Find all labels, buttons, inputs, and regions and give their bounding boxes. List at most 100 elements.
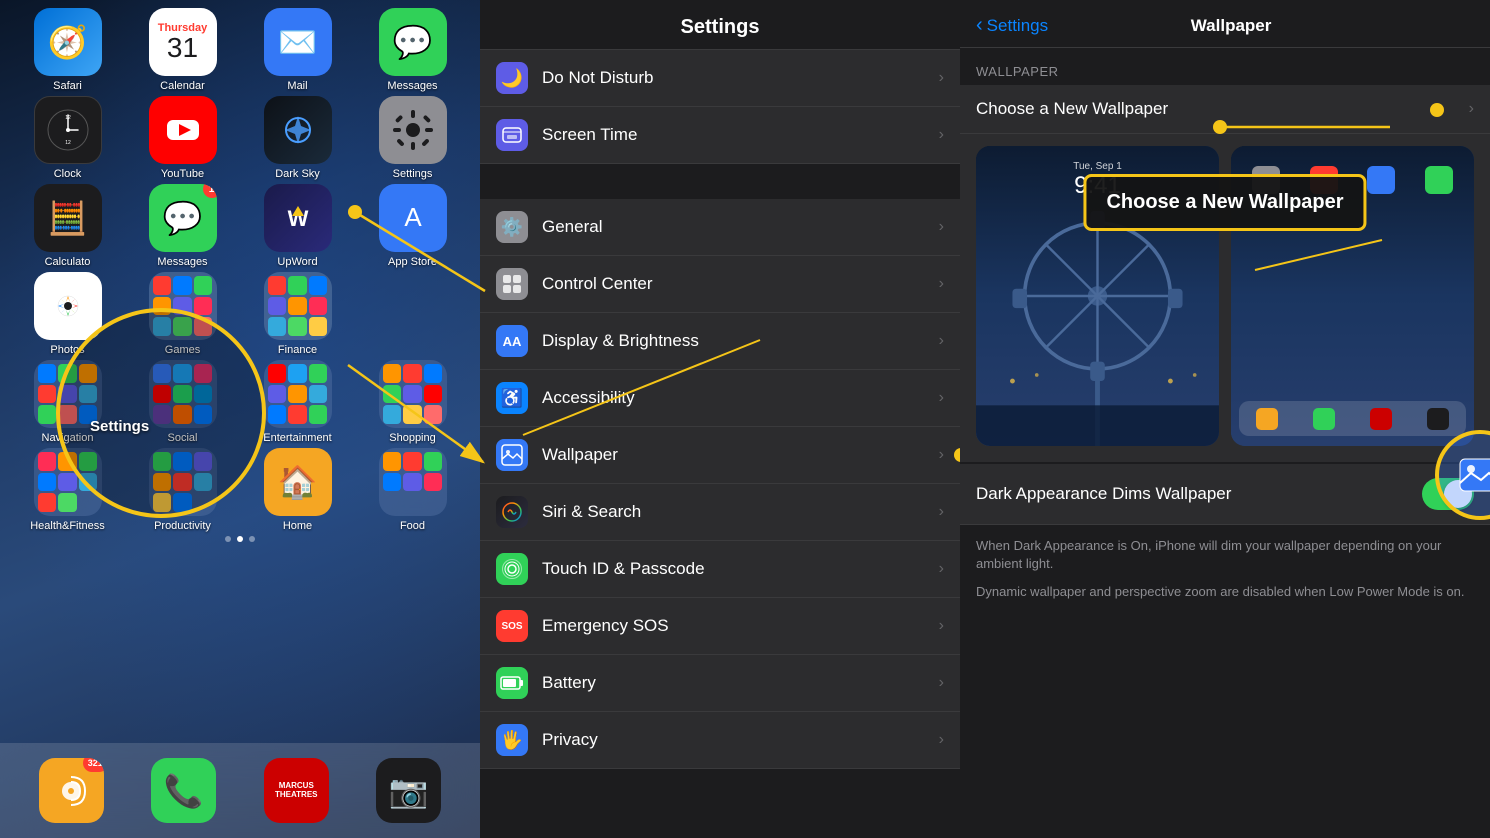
svg-text:A: A [404, 202, 422, 232]
messages-badge: 1 [203, 184, 217, 198]
display-label: Display & Brightness [542, 331, 939, 351]
mail-label: Mail [287, 80, 307, 92]
messages-icon: 💬 [379, 8, 447, 76]
app-photos[interactable]: Photos [18, 272, 118, 356]
app-darksky[interactable]: Dark Sky [248, 96, 348, 180]
wallpaper-dot-indicator [954, 448, 960, 462]
choose-new-dot-indicator [1430, 103, 1444, 117]
app-messages[interactable]: 💬 Messages [363, 8, 463, 92]
settings-item-privacy[interactable]: 🖐 Privacy › [480, 712, 960, 769]
app-productivity-folder[interactable]: Productivity [133, 448, 233, 532]
settings-item-screen-time[interactable]: Screen Time › [480, 107, 960, 164]
dock-marcustheatres[interactable]: MARCUSTHEATRES [256, 758, 336, 823]
nav-back-button[interactable]: ‹ Settings [976, 14, 1048, 37]
settings-item-do-not-disturb[interactable]: 🌙 Do Not Disturb › [480, 50, 960, 107]
navigation-folder-icon [34, 360, 102, 428]
settings-item-general[interactable]: ⚙️ General › [480, 199, 960, 256]
social-folder-icon [149, 360, 217, 428]
app-upword[interactable]: W UpWord [248, 184, 348, 268]
youtube-label: YouTube [161, 168, 204, 180]
sos-chevron: › [939, 617, 944, 635]
app-finance-folder[interactable]: Finance [248, 272, 348, 356]
app-youtube[interactable]: YouTube [133, 96, 233, 180]
privacy-icon: 🖐 [496, 724, 528, 756]
app-navigation-folder[interactable]: Navigation [18, 360, 118, 444]
wallpaper-panel-title: Wallpaper [1048, 16, 1414, 36]
app-settings[interactable]: Settings [363, 96, 463, 180]
shopping-folder-icon [379, 360, 447, 428]
productivity-folder-icon [149, 448, 217, 516]
app-row-2: 12 12 Clock YouTube [10, 96, 470, 180]
app-clock[interactable]: 12 12 Clock [18, 96, 118, 180]
app-entertainment-folder[interactable]: Entertainment [248, 360, 348, 444]
safari-icon: 🧭 [34, 8, 102, 76]
privacy-chevron: › [939, 731, 944, 749]
app-safari[interactable]: 🧭 Safari [18, 8, 118, 92]
description-1: When Dark Appearance is On, iPhone will … [976, 537, 1474, 573]
touch-id-icon [496, 553, 528, 585]
phone-icon: 📞 [151, 758, 216, 823]
battery-chevron: › [939, 674, 944, 692]
app-row-6: Health&Fitness Productivity [10, 448, 470, 532]
app-messages2[interactable]: 💬 1 Messages [133, 184, 233, 268]
settings-header: Settings [480, 0, 960, 50]
app-games-folder[interactable]: Games [133, 272, 233, 356]
app-calendar[interactable]: Thursday 31 Calendar [133, 8, 233, 92]
callout-text: Choose a New Wallpaper [1106, 191, 1343, 213]
screen-time-icon [496, 119, 528, 151]
app-mail[interactable]: ✉️ Mail [248, 8, 348, 92]
darksky-label: Dark Sky [275, 168, 320, 180]
dock-phone[interactable]: 📞 [144, 758, 224, 823]
app-social-folder[interactable]: Social [133, 360, 233, 444]
app-healthfitness-folder[interactable]: Health&Fitness [18, 448, 118, 532]
do-not-disturb-chevron: › [939, 69, 944, 87]
app-calculator[interactable]: 🧮 Calculato [18, 184, 118, 268]
app-food-folder[interactable]: Food [363, 448, 463, 532]
accessibility-chevron: › [939, 389, 944, 407]
upword-label: UpWord [277, 256, 317, 268]
settings-item-battery[interactable]: Battery › [480, 655, 960, 712]
sos-label: Emergency SOS [542, 616, 939, 636]
privacy-label: Privacy [542, 730, 939, 750]
darksky-icon [264, 96, 332, 164]
wallpaper-content: WALLPAPER Choose a New Wallpaper › [960, 48, 1490, 838]
accessibility-icon: ♿ [496, 382, 528, 414]
calendar-icon: Thursday 31 [149, 8, 217, 76]
dock: 321 📞 MARCUSTHEATRES 📷 [0, 743, 480, 838]
app-appstore[interactable]: A App Store [363, 184, 463, 268]
games-folder-icon [149, 272, 217, 340]
wallpaper-section-header: WALLPAPER [960, 48, 1490, 85]
screen-time-label: Screen Time [542, 125, 939, 145]
dark-appearance-label: Dark Appearance Dims Wallpaper [976, 484, 1422, 504]
home-preview-dock [1239, 401, 1466, 436]
svg-text:12: 12 [65, 140, 71, 146]
app-shopping-folder[interactable]: Shopping [363, 360, 463, 444]
app-row-4: Photos Games [10, 272, 470, 356]
settings-item-display[interactable]: AA Display & Brightness › [480, 313, 960, 370]
marcus-icon: MARCUSTHEATRES [264, 758, 329, 823]
games-folder-label: Games [165, 344, 200, 356]
home-app-label: Home [283, 520, 312, 532]
settings-app-icon [379, 96, 447, 164]
settings-item-control-center[interactable]: Control Center › [480, 256, 960, 313]
choose-new-wallpaper-row[interactable]: Choose a New Wallpaper › [960, 85, 1490, 134]
dark-appearance-toggle[interactable] [1422, 478, 1474, 510]
wallpaper-panel: ‹ Settings Wallpaper WALLPAPER Choose a … [960, 0, 1490, 838]
settings-item-sos[interactable]: SOS Emergency SOS › [480, 598, 960, 655]
settings-item-siri[interactable]: Siri & Search › [480, 484, 960, 541]
screen-time-chevron: › [939, 126, 944, 144]
settings-item-touch-id[interactable]: Touch ID & Passcode › [480, 541, 960, 598]
back-chevron-icon: ‹ [976, 14, 983, 37]
dock-podcast[interactable]: 321 [31, 758, 111, 823]
healthfitness-folder-label: Health&Fitness [30, 520, 105, 532]
shopping-folder-label: Shopping [389, 432, 436, 444]
social-folder-label: Social [168, 432, 198, 444]
app-home[interactable]: 🏠 Home [248, 448, 348, 532]
settings-item-wallpaper[interactable]: Wallpaper › [480, 427, 960, 484]
calculator-icon: 🧮 [34, 184, 102, 252]
general-chevron: › [939, 218, 944, 236]
dark-appearance-row: Dark Appearance Dims Wallpaper [960, 464, 1490, 525]
dock-camera[interactable]: 📷 [369, 758, 449, 823]
control-center-chevron: › [939, 275, 944, 293]
settings-item-accessibility[interactable]: ♿ Accessibility › [480, 370, 960, 427]
